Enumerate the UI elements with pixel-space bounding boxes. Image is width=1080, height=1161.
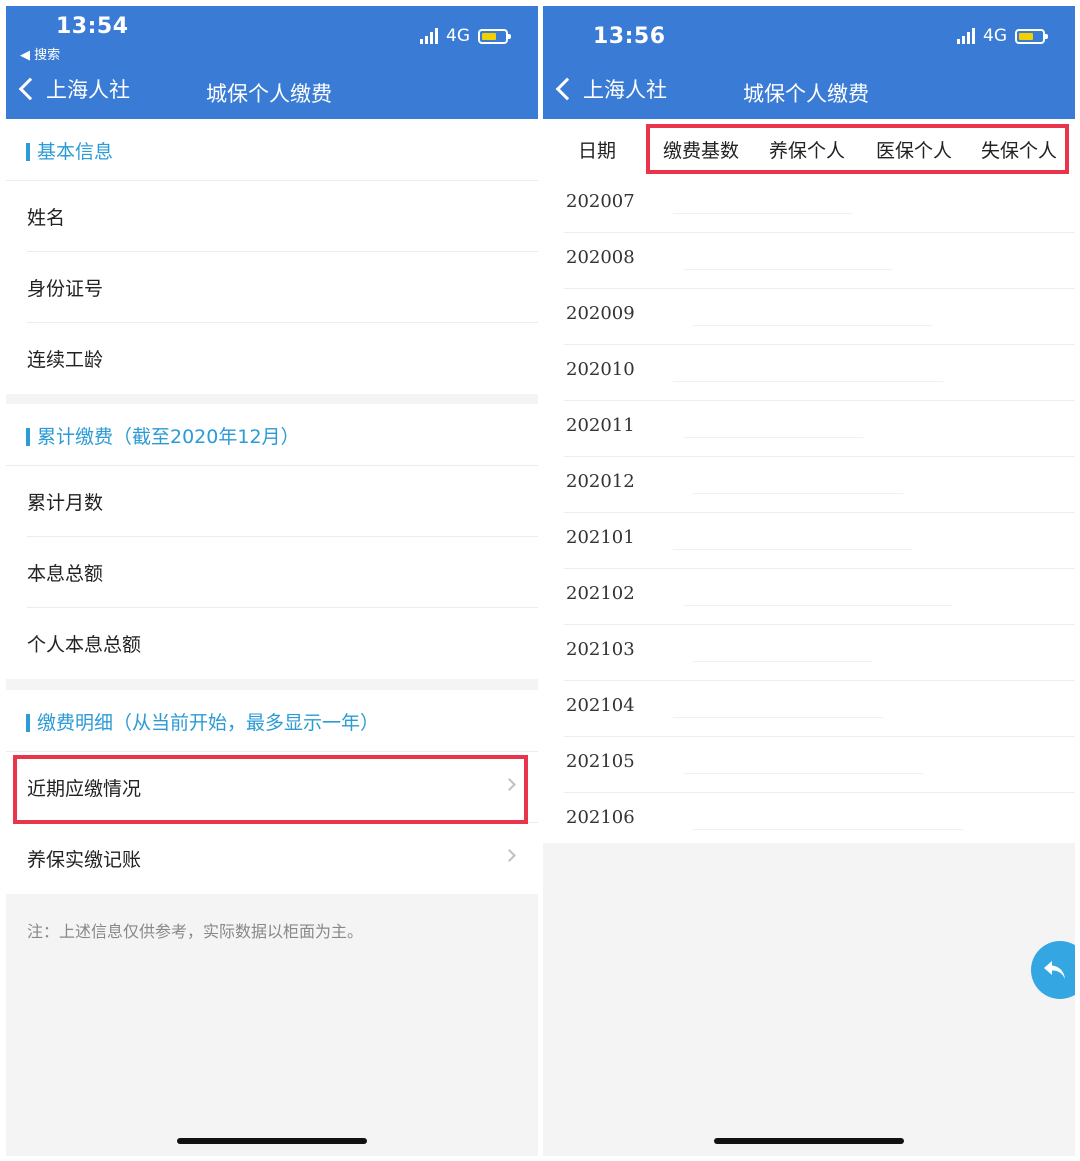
date-cell: 202008	[566, 247, 635, 268]
date-cell: 202105	[566, 751, 635, 772]
table-row: 202105	[543, 737, 1075, 793]
list-item-pension-records[interactable]: 养保实缴记账	[6, 823, 538, 894]
section-accent-bar	[26, 714, 30, 732]
obscured-values	[693, 493, 903, 494]
obscured-values	[683, 773, 923, 774]
table-body: 202007 202008 202009 202010 202011 202012 2021…	[543, 177, 1075, 843]
section-header-cumulative: 累计缴费（截至2020年12月）	[6, 404, 538, 466]
obscured-values	[683, 437, 863, 438]
column-header-date: 日期	[578, 140, 617, 162]
table-row: 202106	[543, 793, 1075, 849]
obscured-values	[673, 213, 853, 214]
table-row: 202011	[543, 401, 1075, 457]
date-cell: 202102	[566, 583, 635, 604]
status-indicators: 4G	[957, 26, 1048, 46]
home-indicator[interactable]	[177, 1138, 367, 1144]
table-row: 202104	[543, 681, 1075, 737]
row-label: 养保实缴记账	[27, 849, 142, 871]
table-row: 202007	[543, 177, 1075, 233]
row-label: 本息总额	[27, 563, 104, 585]
row-label: 连续工龄	[27, 349, 104, 371]
row-label: 累计月数	[27, 492, 104, 514]
home-indicator[interactable]	[714, 1138, 904, 1144]
page-title: 城保个人缴费	[206, 82, 332, 106]
nav-back-label: 上海人社	[583, 78, 667, 102]
battery-icon	[478, 28, 511, 44]
status-time: 13:54	[56, 14, 129, 39]
top-bar: 13:56 4G 上海人社 城保个人缴费	[543, 6, 1075, 119]
signal-icon	[420, 28, 438, 44]
chevron-left-icon	[18, 77, 42, 101]
date-cell: 202009	[566, 303, 635, 324]
battery-icon	[1015, 28, 1048, 44]
highlight-frame	[13, 755, 528, 824]
list-item-total-months: 累计月数	[6, 466, 538, 537]
obscured-values	[673, 381, 943, 382]
date-cell: 202012	[566, 471, 635, 492]
left-screen: 13:54 ◀ 搜索 4G 上海人社 城保个人缴费 基本信息 姓名 身份证号 连…	[6, 6, 538, 1156]
list-item-total-amount: 本息总额	[6, 537, 538, 608]
list-item-personal-total: 个人本息总额	[6, 608, 538, 679]
top-bar: 13:54 ◀ 搜索 4G 上海人社 城保个人缴费	[6, 6, 538, 119]
right-screen: 13:56 4G 上海人社 城保个人缴费 日期 缴费基数 养保个人 医保个人 失…	[543, 6, 1075, 1156]
table-row: 202008	[543, 233, 1075, 289]
date-cell: 202010	[566, 359, 635, 380]
status-time: 13:56	[593, 24, 666, 49]
table-row: 202102	[543, 569, 1075, 625]
date-cell: 202011	[566, 415, 635, 436]
section-title: 缴费明细（从当前开始，最多显示一年）	[37, 712, 380, 734]
nav-back-button[interactable]: 上海人社	[553, 74, 667, 104]
chevron-left-icon	[555, 77, 579, 101]
section-accent-bar	[26, 143, 30, 161]
network-label: 4G	[446, 26, 470, 46]
status-indicators: 4G	[420, 26, 511, 46]
date-cell: 202101	[566, 527, 635, 548]
table-row: 202103	[543, 625, 1075, 681]
nav-back-button[interactable]: 上海人社	[16, 74, 130, 104]
obscured-values	[683, 269, 893, 270]
list-item-name: 姓名	[6, 181, 538, 252]
date-cell: 202104	[566, 695, 635, 716]
page-title: 城保个人缴费	[743, 82, 869, 106]
section-header-basic: 基本信息	[6, 119, 538, 181]
obscured-values	[673, 717, 883, 718]
obscured-values	[673, 549, 913, 550]
table-row: 202101	[543, 513, 1075, 569]
row-label: 身份证号	[27, 278, 104, 300]
section-accent-bar	[26, 428, 30, 446]
section-title: 基本信息	[37, 141, 114, 163]
disclaimer-note: 注：上述信息仅供参考，实际数据以柜面为主。	[27, 922, 364, 941]
section-title: 累计缴费（截至2020年12月）	[37, 426, 300, 448]
date-cell: 202106	[566, 807, 635, 828]
date-cell: 202007	[566, 191, 635, 212]
table-row: 202012	[543, 457, 1075, 513]
obscured-values	[683, 605, 953, 606]
row-label: 姓名	[27, 207, 66, 229]
reply-button[interactable]	[1031, 941, 1075, 999]
back-to-search-link[interactable]: ◀ 搜索	[20, 44, 60, 63]
table-row: 202009	[543, 289, 1075, 345]
highlight-frame	[646, 124, 1069, 174]
network-label: 4G	[983, 26, 1007, 46]
nav-back-label: 上海人社	[46, 78, 130, 102]
obscured-values	[693, 829, 963, 830]
obscured-values	[693, 661, 873, 662]
chevron-right-icon	[503, 849, 516, 862]
section-header-detail: 缴费明细（从当前开始，最多显示一年）	[6, 690, 538, 752]
list-item-work-years: 连续工龄	[6, 323, 538, 394]
reply-icon	[1044, 961, 1065, 979]
date-cell: 202103	[566, 639, 635, 660]
obscured-values	[693, 325, 933, 326]
signal-icon	[957, 28, 975, 44]
row-label: 个人本息总额	[27, 634, 142, 656]
list-item-id-number: 身份证号	[6, 252, 538, 323]
table-row: 202010	[543, 345, 1075, 401]
